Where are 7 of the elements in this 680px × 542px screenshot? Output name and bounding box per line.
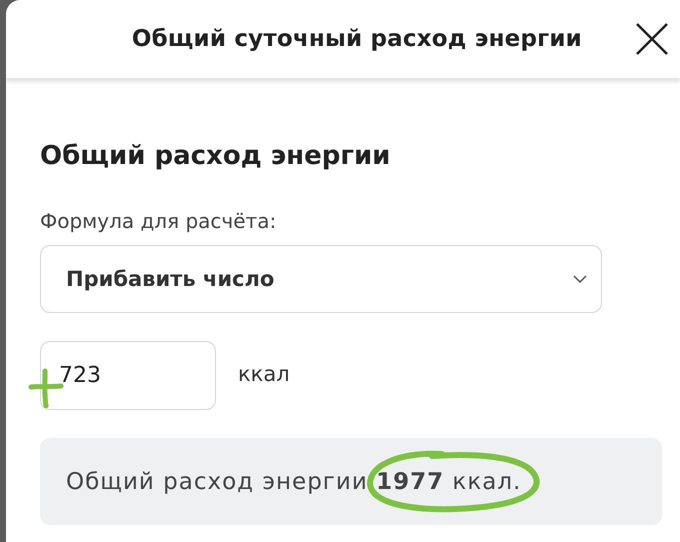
unit-label: ккал [238, 362, 290, 386]
number-input[interactable]: 723 [40, 341, 216, 410]
formula-select[interactable]: Прибавить число [40, 245, 602, 313]
result-text: Общий расход энергии 1977 ккал. [66, 468, 522, 494]
formula-label: Формула для расчёта: [40, 209, 278, 233]
dialog-title: Общий суточный расход энергии [132, 26, 582, 52]
section-heading: Общий расход энергии [40, 141, 392, 171]
